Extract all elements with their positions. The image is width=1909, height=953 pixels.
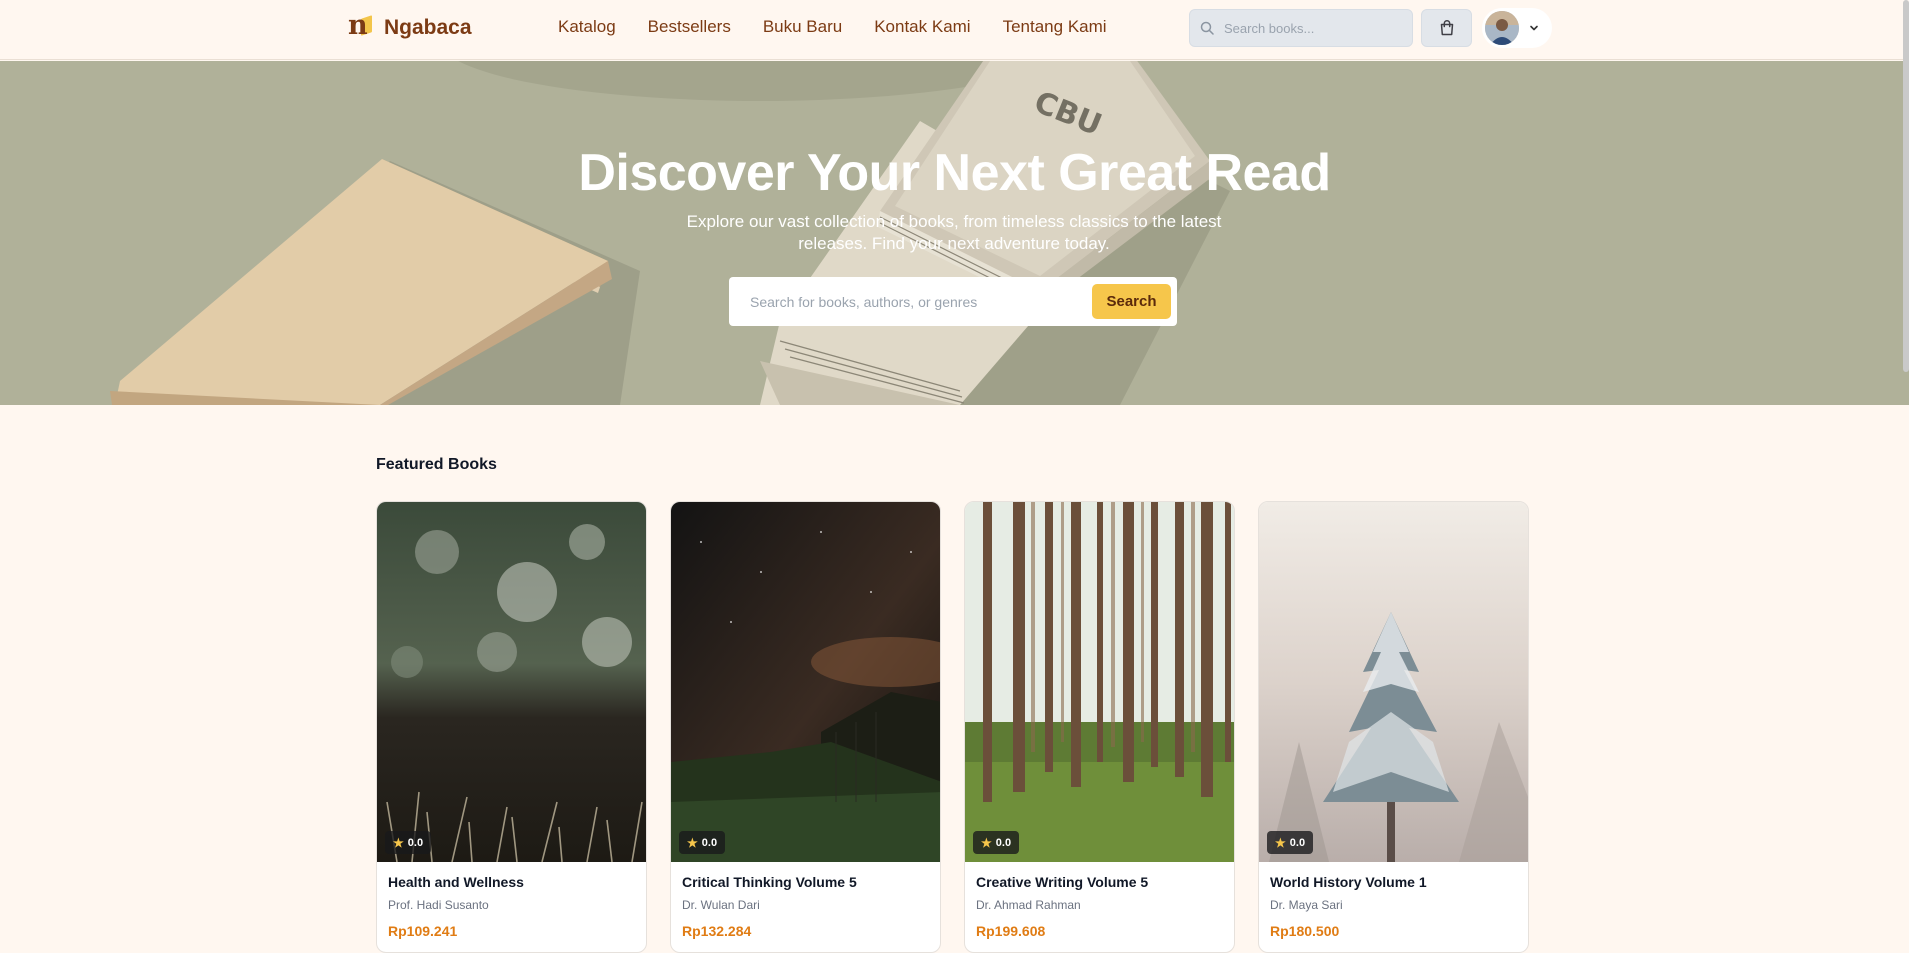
nav-link-tentang-kami[interactable]: Tentang Kami bbox=[1003, 17, 1107, 37]
hero-search-box: Search bbox=[729, 277, 1177, 326]
rating-value: 0.0 bbox=[995, 836, 1012, 849]
book-title: Health and Wellness bbox=[388, 874, 524, 890]
book-title: World History Volume 1 bbox=[1270, 874, 1427, 890]
book-author: Dr. Wulan Dari bbox=[682, 898, 760, 912]
star-icon: ★ bbox=[687, 835, 698, 850]
book-card[interactable]: ★ 0.0 Creative Writing Volume 5 Dr. Ahma… bbox=[964, 501, 1235, 953]
hero-search-input[interactable] bbox=[750, 293, 1090, 310]
nav-link-kontak-kami[interactable]: Kontak Kami bbox=[874, 17, 970, 37]
cart-button[interactable] bbox=[1421, 9, 1472, 47]
search-icon bbox=[1200, 21, 1214, 35]
nav-link-buku-baru[interactable]: Buku Baru bbox=[763, 17, 842, 37]
chevron-down-icon bbox=[1530, 25, 1538, 31]
featured-books-heading: Featured Books bbox=[376, 456, 497, 473]
brand-name: Ngabaca bbox=[384, 16, 472, 39]
rating-badge: ★ 0.0 bbox=[385, 831, 432, 854]
page-scrollbar[interactable] bbox=[1903, 0, 1909, 372]
hero-subtitle: Explore our vast collection of books, fr… bbox=[686, 212, 1222, 253]
book-price: Rp199.608 bbox=[976, 923, 1046, 939]
hero-title: Discover Your Next Great Read bbox=[578, 144, 1331, 202]
book-title: Creative Writing Volume 5 bbox=[976, 874, 1149, 890]
book-author: Dr. Ahmad Rahman bbox=[976, 898, 1081, 912]
book-card[interactable]: ★ 0.0 Critical Thinking Volume 5 Dr. Wul… bbox=[670, 501, 941, 953]
book-price: Rp109.241 bbox=[388, 923, 458, 939]
book-cover-image bbox=[965, 502, 1234, 862]
header-search-box bbox=[1189, 9, 1413, 47]
book-card[interactable]: ★ 0.0 Health and Wellness Prof. Hadi Sus… bbox=[376, 501, 647, 953]
main-nav: Katalog Bestsellers Buku Baru Kontak Kam… bbox=[558, 17, 1139, 37]
brand-logo[interactable]: n Ngabaca bbox=[348, 12, 472, 42]
rating-badge: ★ 0.0 bbox=[1267, 831, 1314, 854]
book-cover-image bbox=[1259, 502, 1528, 862]
user-menu-button[interactable] bbox=[1482, 8, 1552, 48]
book-title: Critical Thinking Volume 5 bbox=[682, 874, 857, 890]
star-icon: ★ bbox=[981, 835, 992, 850]
logo-icon: n bbox=[348, 12, 374, 42]
rating-badge: ★ 0.0 bbox=[973, 831, 1020, 854]
nav-link-bestsellers[interactable]: Bestsellers bbox=[648, 17, 731, 37]
shopping-bag-icon bbox=[1440, 20, 1453, 36]
hero-banner: CBU Discover Your Next Great Read Explor… bbox=[0, 61, 1909, 405]
hero-search-button[interactable]: Search bbox=[1092, 284, 1171, 319]
header-search-input[interactable] bbox=[1224, 20, 1394, 36]
star-icon: ★ bbox=[1275, 835, 1286, 850]
star-icon: ★ bbox=[393, 835, 404, 850]
rating-value: 0.0 bbox=[1289, 836, 1306, 849]
book-cover-image bbox=[377, 502, 646, 862]
avatar bbox=[1485, 11, 1519, 45]
top-navbar: n Ngabaca Katalog Bestsellers Buku Baru … bbox=[0, 0, 1909, 60]
rating-value: 0.0 bbox=[701, 836, 718, 849]
rating-badge: ★ 0.0 bbox=[679, 831, 726, 854]
nav-link-katalog[interactable]: Katalog bbox=[558, 17, 616, 37]
rating-value: 0.0 bbox=[407, 836, 424, 849]
book-author: Dr. Maya Sari bbox=[1270, 898, 1343, 912]
book-price: Rp132.284 bbox=[682, 923, 752, 939]
book-author: Prof. Hadi Susanto bbox=[388, 898, 489, 912]
book-card[interactable]: ★ 0.0 World History Volume 1 Dr. Maya Sa… bbox=[1258, 501, 1529, 953]
book-price: Rp180.500 bbox=[1270, 923, 1340, 939]
book-cover-image bbox=[671, 502, 940, 862]
